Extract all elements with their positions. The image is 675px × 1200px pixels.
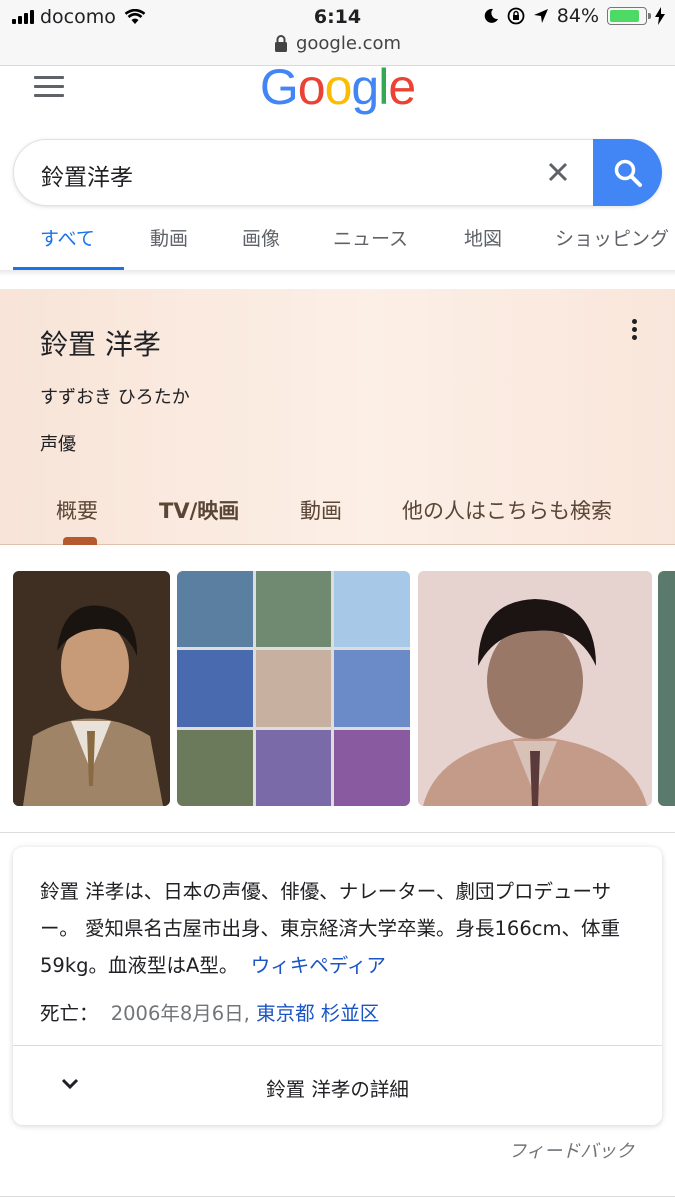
description-card: 鈴置 洋孝は、日本の声優、俳優、ナレーター、劇団プロデューサー。 愛知県名古屋市… (13, 847, 662, 1125)
kp-tab-overview[interactable]: 概要 (56, 495, 98, 525)
portrait-photo-1-image (13, 571, 170, 806)
death-date: 2006年8月6日, (110, 1002, 250, 1025)
collage-tile (177, 650, 253, 727)
entity-title: 鈴置 洋孝 (40, 328, 161, 361)
search-box: 鈴置洋孝 (13, 139, 662, 206)
death-place-suginami-link[interactable]: 杉並区 (321, 1002, 380, 1025)
collage-tile (255, 571, 332, 648)
entity-type: 声優 (40, 434, 76, 455)
collage-tile (334, 650, 410, 727)
search-icon (614, 159, 642, 187)
charging-bolt-icon (655, 7, 665, 25)
knowledge-panel-header: 鈴置 洋孝 すずおき ひろたか 声優 概要 TV/映画 動画 他の人はこちらも検… (0, 289, 675, 545)
google-logo[interactable]: Google (0, 58, 675, 116)
search-tabs: すべて 動画 画像 ニュース 地図 ショッピング (0, 224, 675, 272)
kp-tab-people-also-search[interactable]: 他の人はこちらも検索 (402, 495, 612, 525)
more-details-button[interactable]: 鈴置 洋孝の詳細 (13, 1073, 662, 1102)
collage-tile (177, 571, 253, 648)
tab-images[interactable]: 画像 (242, 224, 280, 251)
tab-news[interactable]: ニュース (333, 224, 408, 251)
battery-icon (607, 7, 651, 25)
battery-percent: 84% (556, 5, 599, 27)
clear-search-button[interactable] (542, 156, 574, 188)
entity-reading: すずおき ひろたか (40, 387, 190, 408)
tabs-shadow (0, 270, 675, 276)
rotation-lock-icon (507, 7, 525, 25)
portrait-photo-2-image (418, 571, 652, 806)
tab-shopping[interactable]: ショッピング (555, 224, 669, 251)
image-thumbnail-partial[interactable] (658, 571, 675, 806)
wikipedia-link[interactable]: ウィキペディア (251, 954, 386, 977)
moon-icon (484, 8, 498, 23)
section-divider (0, 832, 675, 833)
url-domain: google.com (295, 33, 402, 54)
kp-tab-tv-movies[interactable]: TV/映画 (159, 495, 239, 525)
more-options-icon[interactable] (632, 319, 640, 343)
collage-tile (334, 729, 410, 806)
search-input[interactable]: 鈴置洋孝 (41, 158, 133, 192)
portrait-photo-2[interactable] (418, 571, 652, 806)
close-icon (548, 162, 568, 182)
death-info: 死亡： 2006年8月6日, 東京都 杉並区 (40, 997, 379, 1026)
death-place-tokyo-link[interactable]: 東京都 (256, 1002, 315, 1025)
character-collage[interactable] (177, 571, 410, 806)
feedback-link[interactable]: フィードバック (508, 1137, 634, 1163)
browser-chrome: docomo 6:14 84% google.com (0, 0, 675, 66)
tab-all[interactable]: すべて (40, 224, 95, 251)
collage-tile (255, 729, 332, 806)
portrait-photo-1[interactable] (13, 571, 170, 806)
collage-tile (334, 571, 410, 648)
search-button[interactable] (593, 139, 662, 206)
card-separator (13, 1045, 662, 1046)
status-right: 84% (483, 5, 665, 27)
lock-icon (274, 35, 287, 52)
collage-tile (177, 729, 253, 806)
death-label: 死亡： (40, 1002, 99, 1025)
url-bar[interactable]: google.com (0, 33, 675, 54)
collage-tile (255, 650, 332, 727)
description-text: 鈴置 洋孝は、日本の声優、俳優、ナレーター、劇団プロデューサー。 愛知県名古屋市… (40, 873, 640, 984)
tab-maps[interactable]: 地図 (464, 224, 502, 251)
location-icon (533, 9, 548, 23)
kp-active-tab-indicator (63, 537, 97, 545)
tab-videos[interactable]: 動画 (150, 224, 188, 251)
bottom-divider (0, 1196, 675, 1197)
kp-tab-videos[interactable]: 動画 (300, 495, 342, 525)
